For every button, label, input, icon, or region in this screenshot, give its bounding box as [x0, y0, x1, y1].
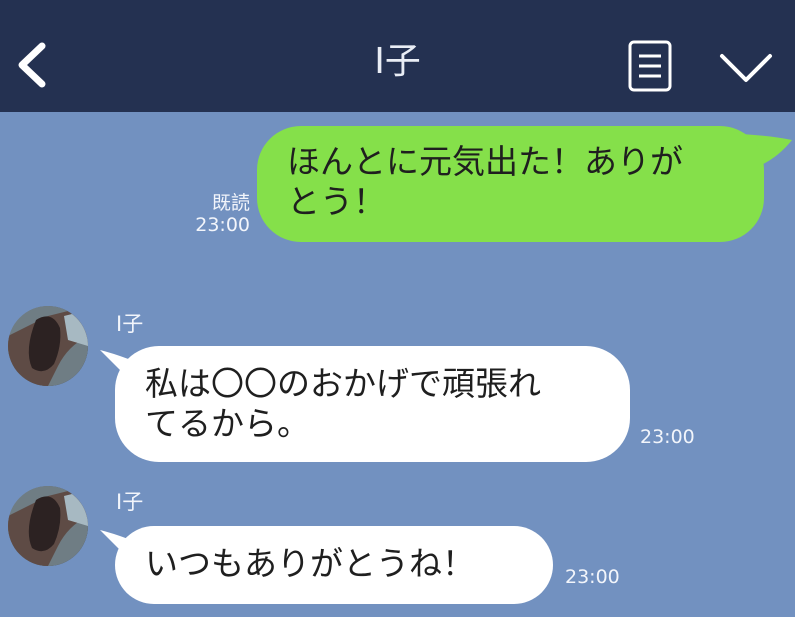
chevron-down-icon[interactable] [718, 50, 774, 86]
avatar[interactable] [8, 486, 88, 566]
sender-name: I子 [116, 490, 144, 514]
message-line: ほんとに元気出た！ありが [287, 142, 683, 181]
message-meta: 既読 23:00 [160, 192, 250, 236]
message-bubble[interactable]: いつもありがとうね！ [115, 526, 553, 604]
message-line: とう！ [287, 182, 386, 221]
message-line: いつもありがとうね！ [145, 544, 475, 583]
sender-name: I子 [116, 312, 144, 336]
message-line: てるから。 [145, 404, 310, 443]
message-bubble[interactable]: ほんとに元気出た！ありが とう！ [257, 126, 764, 242]
avatar-image [8, 486, 88, 566]
back-chevron-icon[interactable] [12, 40, 52, 90]
chat-header: I子 [0, 0, 795, 112]
message-line: 私は〇〇のおかげで頑張れ [145, 364, 541, 403]
message-bubble[interactable]: 私は〇〇のおかげで頑張れ てるから。 [115, 346, 630, 462]
read-receipt: 既読 [211, 192, 250, 214]
avatar[interactable] [8, 306, 88, 386]
chat-title: I子 [374, 41, 421, 82]
menu-list-icon[interactable] [628, 40, 672, 92]
message-time: 23:00 [640, 426, 695, 448]
message-time: 23:00 [565, 566, 620, 588]
message-time: 23:00 [195, 214, 250, 236]
avatar-image [8, 306, 88, 386]
